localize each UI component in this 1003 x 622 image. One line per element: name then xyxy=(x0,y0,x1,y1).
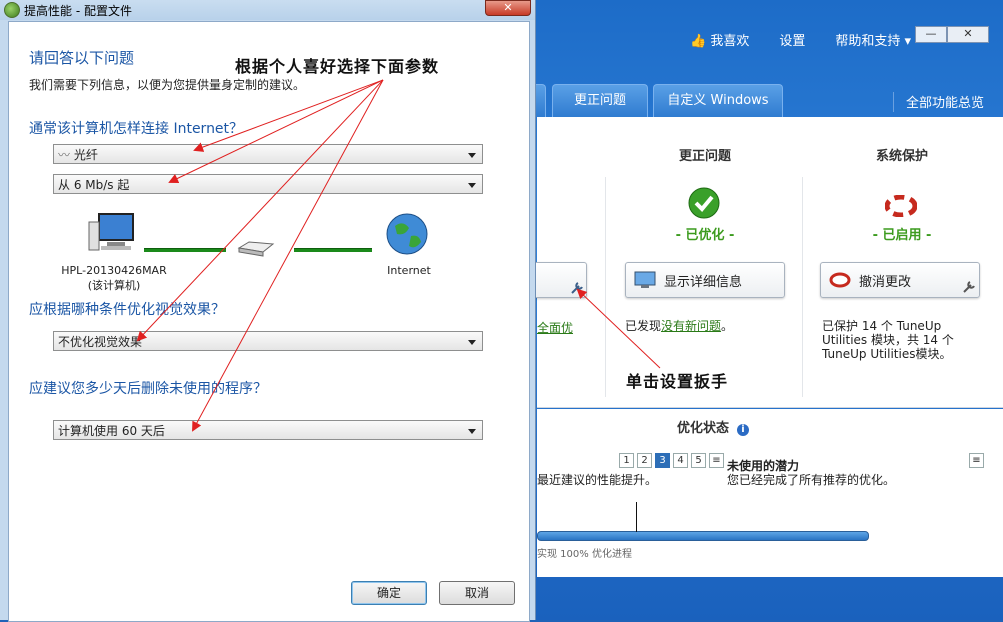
configuration-dialog: 提高性能 - 配置文件 ✕ 请回答以下问题 我们需要下列信息，以便为您提供量身定… xyxy=(0,0,536,622)
connection-speed-select[interactable]: 从 6 Mb/s 起 xyxy=(53,174,483,194)
like-link[interactable]: 👍 我喜欢 xyxy=(690,30,749,49)
close-button[interactable]: ✕ xyxy=(485,0,531,16)
dialog-heading: 请回答以下问题 xyxy=(29,49,135,67)
question-visual-effects: 应根据哪种条件优化视觉效果？ xyxy=(29,302,225,318)
list-icon[interactable]: ≡ xyxy=(709,453,724,468)
computer-label: HPL-20130426MAR (该计算机) xyxy=(61,264,167,292)
no-new-problems-link[interactable]: 没有新问题 xyxy=(661,319,721,333)
page-button[interactable]: 4 xyxy=(673,453,688,468)
tab-customize-windows[interactable]: 自定义 Windows xyxy=(653,84,783,117)
fiber-icon: 〰 xyxy=(58,148,71,162)
status-panel: 全面优 更正问题 - 已优化 - 显示详细信息 已发现没有新问题。 系统保护 -… xyxy=(527,117,1003,408)
window-controls: — ✕ xyxy=(915,26,989,43)
dialog-subheading: 我们需要下列信息，以便为您提供量身定制的建议。 xyxy=(29,78,306,92)
help-link[interactable]: 帮助和支持 ▾ xyxy=(835,30,911,49)
unused-programs-select[interactable]: 计算机使用 60 天后 xyxy=(53,420,483,440)
chevron-down-icon xyxy=(468,153,476,158)
dialog-content: 请回答以下问题 我们需要下列信息，以便为您提供量身定制的建议。 通常该计算机怎样… xyxy=(8,21,530,622)
column-title: 系统保护 xyxy=(875,149,928,164)
question-unused-programs: 应建议您多少天后删除未使用的程序？ xyxy=(29,381,267,397)
thumb-icon: 👍 xyxy=(690,33,707,49)
chevron-down-icon xyxy=(468,429,476,434)
chevron-down-icon xyxy=(468,183,476,188)
page-button-active[interactable]: 3 xyxy=(655,453,670,468)
wrench-icon[interactable] xyxy=(962,280,976,294)
globe-icon xyxy=(386,213,428,255)
column-divider xyxy=(605,177,606,397)
dialog-title-bar[interactable]: 提高性能 - 配置文件 ✕ xyxy=(0,0,535,20)
checkmark-icon xyxy=(688,187,720,219)
info-icon[interactable]: i xyxy=(737,424,750,436)
protection-description: 已保护 14 个 TuneUp Utilities 模块，共 14 个TuneU… xyxy=(822,319,954,361)
tab-fix-problems[interactable]: 更正问题 xyxy=(552,84,648,117)
all-features-link[interactable]: 全部功能总览 xyxy=(906,92,984,111)
pager: 1 2 3 4 5 ≡ xyxy=(619,453,727,468)
settings-link[interactable]: 设置 xyxy=(779,30,805,49)
visual-effects-select[interactable]: 不优化视觉效果 xyxy=(53,331,483,351)
undo-changes-button[interactable]: 撤消更改 xyxy=(820,262,980,298)
page-button[interactable]: 5 xyxy=(691,453,706,468)
status-badge: - 已优化 - xyxy=(675,228,735,243)
computer-icon xyxy=(88,213,134,251)
optimization-title: 优化状态 i xyxy=(677,417,750,436)
cancel-button[interactable]: 取消 xyxy=(439,581,515,605)
page-button[interactable]: 2 xyxy=(637,453,652,468)
status-badge: - 已启用 - xyxy=(872,228,932,243)
show-details-button[interactable]: 显示详细信息 xyxy=(625,262,785,298)
dialog-title: 提高性能 - 配置文件 xyxy=(24,4,132,18)
connection-line xyxy=(294,248,372,252)
app-logo-icon xyxy=(4,2,20,18)
partial-action-button[interactable] xyxy=(527,262,587,298)
progress-caption: 实现 100% 优化进程 xyxy=(537,549,632,560)
unused-potential-text: 您已经完成了所有推荐的优化。 xyxy=(727,473,896,487)
connection-type-select[interactable]: 〰 光纤 xyxy=(53,144,483,164)
column-title: 更正问题 xyxy=(678,149,731,164)
system-protection-column: 系统保护 - 已启用 - 撤消更改 已保护 14 个 TuneUp Utilit… xyxy=(812,117,992,407)
column-divider xyxy=(802,177,803,397)
monitor-icon xyxy=(634,271,656,288)
progress-marker xyxy=(636,502,637,532)
internet-label: Internet xyxy=(387,264,431,277)
annotation-right: 单击设置扳手 xyxy=(626,372,729,391)
fix-description: 已发现没有新问题。 xyxy=(625,319,734,333)
minimize-button[interactable]: — xyxy=(915,26,947,43)
full-optimize-link[interactable]: 全面优 xyxy=(537,319,573,336)
optimization-progress-bar xyxy=(537,502,869,541)
ok-button[interactable]: 确定 xyxy=(351,581,427,605)
fix-problems-column: 更正问题 - 已优化 - 显示详细信息 已发现没有新问题。 xyxy=(615,117,795,407)
annotation-top: 根据个人喜好选择下面参数 xyxy=(235,57,440,76)
chevron-down-icon xyxy=(468,340,476,345)
lifebuoy-icon xyxy=(885,195,917,217)
chevron-down-icon: ▾ xyxy=(904,33,912,49)
wrench-icon[interactable] xyxy=(570,281,584,295)
page-button[interactable]: 1 xyxy=(619,453,634,468)
divider xyxy=(893,92,894,112)
close-button[interactable]: ✕ xyxy=(947,26,989,43)
list-icon[interactable]: ≡ xyxy=(969,453,984,468)
question-connection: 通常该计算机怎样连接 Internet？ xyxy=(29,121,244,137)
partial-text: 最近建议的性能提升。 xyxy=(537,473,658,487)
network-diagram: HPL-20130426MAR (该计算机) Internet xyxy=(49,212,489,312)
lifebuoy-icon xyxy=(829,272,851,288)
router-icon xyxy=(237,241,275,257)
connection-line xyxy=(144,248,226,252)
optimization-panel: 优化状态 i 1 2 3 4 5 ≡ 最近建议的性能提升。 未使用的潜力 您已经完… xyxy=(537,409,1003,577)
